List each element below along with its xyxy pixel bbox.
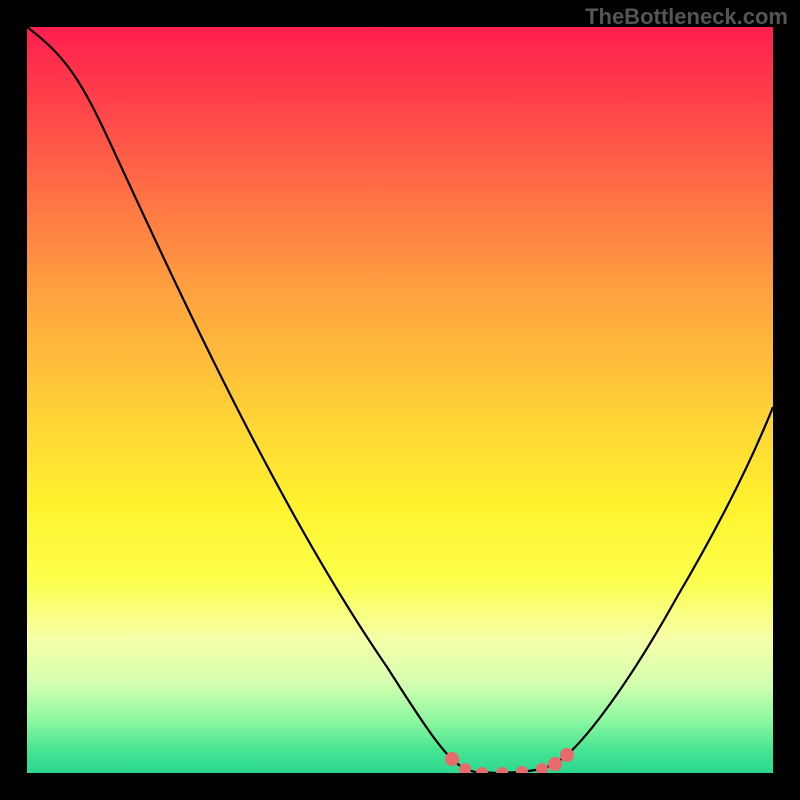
curve-marker (496, 767, 508, 773)
curve-marker (548, 757, 562, 771)
marker-group (445, 748, 574, 773)
chart-frame: TheBottleneck.com (0, 0, 800, 800)
watermark-text: TheBottleneck.com (585, 4, 788, 30)
curve-marker (459, 763, 471, 773)
bottleneck-curve (27, 27, 773, 773)
curve-marker (445, 752, 459, 766)
chart-svg (27, 27, 773, 773)
curve-marker (560, 748, 574, 762)
curve-marker (516, 766, 528, 773)
curve-marker (536, 763, 548, 773)
curve-marker (476, 767, 488, 773)
plot-area (27, 27, 773, 773)
